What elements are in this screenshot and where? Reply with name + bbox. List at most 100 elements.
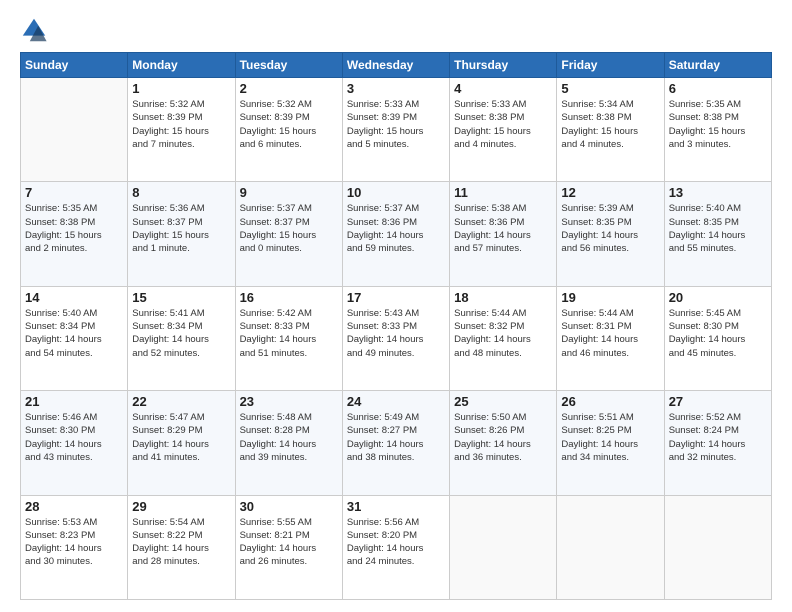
day-info: Sunrise: 5:40 AM Sunset: 8:34 PM Dayligh… [25, 307, 123, 360]
day-number: 3 [347, 81, 445, 96]
day-info: Sunrise: 5:56 AM Sunset: 8:20 PM Dayligh… [347, 516, 445, 569]
day-info: Sunrise: 5:32 AM Sunset: 8:39 PM Dayligh… [240, 98, 338, 151]
day-number: 27 [669, 394, 767, 409]
day-number: 17 [347, 290, 445, 305]
day-info: Sunrise: 5:32 AM Sunset: 8:39 PM Dayligh… [132, 98, 230, 151]
day-number: 24 [347, 394, 445, 409]
logo-icon [20, 16, 48, 44]
calendar-day-cell: 1 Sunrise: 5:32 AM Sunset: 8:39 PM Daylig… [128, 78, 235, 182]
day-number: 15 [132, 290, 230, 305]
day-info: Sunrise: 5:35 AM Sunset: 8:38 PM Dayligh… [669, 98, 767, 151]
calendar-header-row: SundayMondayTuesdayWednesdayThursdayFrid… [21, 53, 772, 78]
day-number: 7 [25, 185, 123, 200]
day-info: Sunrise: 5:37 AM Sunset: 8:36 PM Dayligh… [347, 202, 445, 255]
calendar-table: SundayMondayTuesdayWednesdayThursdayFrid… [20, 52, 772, 600]
calendar-day-cell: 27 Sunrise: 5:52 AM Sunset: 8:24 PM Dayli… [664, 391, 771, 495]
calendar-header-cell: Wednesday [342, 53, 449, 78]
day-info: Sunrise: 5:43 AM Sunset: 8:33 PM Dayligh… [347, 307, 445, 360]
calendar-day-cell: 22 Sunrise: 5:47 AM Sunset: 8:29 PM Dayli… [128, 391, 235, 495]
calendar-day-cell: 4 Sunrise: 5:33 AM Sunset: 8:38 PM Daylig… [450, 78, 557, 182]
day-number: 29 [132, 499, 230, 514]
calendar-day-cell: 15Sunrise: 5:41 AM Sunset: 8:34 PM Dayli… [128, 286, 235, 390]
calendar-day-cell: 3 Sunrise: 5:33 AM Sunset: 8:39 PM Daylig… [342, 78, 449, 182]
day-info: Sunrise: 5:49 AM Sunset: 8:27 PM Dayligh… [347, 411, 445, 464]
day-info: Sunrise: 5:48 AM Sunset: 8:28 PM Dayligh… [240, 411, 338, 464]
day-number: 18 [454, 290, 552, 305]
calendar-week-row: 7 Sunrise: 5:35 AM Sunset: 8:38 PM Daylig… [21, 182, 772, 286]
day-number: 22 [132, 394, 230, 409]
day-info: Sunrise: 5:53 AM Sunset: 8:23 PM Dayligh… [25, 516, 123, 569]
day-number: 9 [240, 185, 338, 200]
calendar-day-cell: 10 Sunrise: 5:37 AM Sunset: 8:36 PM Dayli… [342, 182, 449, 286]
day-info: Sunrise: 5:46 AM Sunset: 8:30 PM Dayligh… [25, 411, 123, 464]
calendar-day-cell: 18 Sunrise: 5:44 AM Sunset: 8:32 PM Dayli… [450, 286, 557, 390]
calendar-day-cell: 31 Sunrise: 5:56 AM Sunset: 8:20 PM Dayli… [342, 495, 449, 599]
day-number: 6 [669, 81, 767, 96]
day-info: Sunrise: 5:33 AM Sunset: 8:38 PM Dayligh… [454, 98, 552, 151]
calendar-day-cell: 30 Sunrise: 5:55 AM Sunset: 8:21 PM Dayli… [235, 495, 342, 599]
day-number: 23 [240, 394, 338, 409]
day-number: 20 [669, 290, 767, 305]
calendar-header-cell: Saturday [664, 53, 771, 78]
day-info: Sunrise: 5:51 AM Sunset: 8:25 PM Dayligh… [561, 411, 659, 464]
calendar-day-cell: 29 Sunrise: 5:54 AM Sunset: 8:22 PM Dayli… [128, 495, 235, 599]
day-info: Sunrise: 5:35 AM Sunset: 8:38 PM Dayligh… [25, 202, 123, 255]
day-number: 13 [669, 185, 767, 200]
calendar-day-cell: 21 Sunrise: 5:46 AM Sunset: 8:30 PM Dayli… [21, 391, 128, 495]
day-number: 26 [561, 394, 659, 409]
calendar-day-cell: 26 Sunrise: 5:51 AM Sunset: 8:25 PM Dayli… [557, 391, 664, 495]
calendar-day-cell: 28 Sunrise: 5:53 AM Sunset: 8:23 PM Dayli… [21, 495, 128, 599]
day-info: Sunrise: 5:34 AM Sunset: 8:38 PM Dayligh… [561, 98, 659, 151]
day-number: 10 [347, 185, 445, 200]
day-number: 21 [25, 394, 123, 409]
day-info: Sunrise: 5:52 AM Sunset: 8:24 PM Dayligh… [669, 411, 767, 464]
calendar-day-cell: 13 Sunrise: 5:40 AM Sunset: 8:35 PM Dayli… [664, 182, 771, 286]
day-info: Sunrise: 5:39 AM Sunset: 8:35 PM Dayligh… [561, 202, 659, 255]
day-number: 31 [347, 499, 445, 514]
calendar-day-cell: 25 Sunrise: 5:50 AM Sunset: 8:26 PM Dayli… [450, 391, 557, 495]
day-number: 11 [454, 185, 552, 200]
calendar-day-cell: 20 Sunrise: 5:45 AM Sunset: 8:30 PM Dayli… [664, 286, 771, 390]
day-number: 28 [25, 499, 123, 514]
calendar-header-cell: Tuesday [235, 53, 342, 78]
day-info: Sunrise: 5:33 AM Sunset: 8:39 PM Dayligh… [347, 98, 445, 151]
logo [20, 16, 52, 44]
day-number: 4 [454, 81, 552, 96]
day-info: Sunrise: 5:55 AM Sunset: 8:21 PM Dayligh… [240, 516, 338, 569]
calendar-week-row: 14 Sunrise: 5:40 AM Sunset: 8:34 PM Dayli… [21, 286, 772, 390]
day-number: 19 [561, 290, 659, 305]
day-number: 25 [454, 394, 552, 409]
day-info: Sunrise: 5:37 AM Sunset: 8:37 PM Dayligh… [240, 202, 338, 255]
calendar-day-cell: 14 Sunrise: 5:40 AM Sunset: 8:34 PM Dayli… [21, 286, 128, 390]
calendar-day-cell [557, 495, 664, 599]
calendar-day-cell: 11Sunrise: 5:38 AM Sunset: 8:36 PM Dayli… [450, 182, 557, 286]
day-number: 30 [240, 499, 338, 514]
calendar-day-cell: 17 Sunrise: 5:43 AM Sunset: 8:33 PM Dayli… [342, 286, 449, 390]
day-info: Sunrise: 5:44 AM Sunset: 8:32 PM Dayligh… [454, 307, 552, 360]
day-number: 8 [132, 185, 230, 200]
day-info: Sunrise: 5:54 AM Sunset: 8:22 PM Dayligh… [132, 516, 230, 569]
calendar-day-cell [21, 78, 128, 182]
calendar-week-row: 21 Sunrise: 5:46 AM Sunset: 8:30 PM Dayli… [21, 391, 772, 495]
calendar-header-cell: Thursday [450, 53, 557, 78]
day-number: 14 [25, 290, 123, 305]
calendar-header-cell: Friday [557, 53, 664, 78]
calendar-week-row: 1 Sunrise: 5:32 AM Sunset: 8:39 PM Daylig… [21, 78, 772, 182]
calendar-header-cell: Monday [128, 53, 235, 78]
calendar-day-cell: 12 Sunrise: 5:39 AM Sunset: 8:35 PM Dayli… [557, 182, 664, 286]
day-info: Sunrise: 5:40 AM Sunset: 8:35 PM Dayligh… [669, 202, 767, 255]
calendar-day-cell: 5 Sunrise: 5:34 AM Sunset: 8:38 PM Daylig… [557, 78, 664, 182]
page: SundayMondayTuesdayWednesdayThursdayFrid… [0, 0, 792, 612]
day-number: 1 [132, 81, 230, 96]
header [20, 16, 772, 44]
day-info: Sunrise: 5:47 AM Sunset: 8:29 PM Dayligh… [132, 411, 230, 464]
calendar-day-cell: 24 Sunrise: 5:49 AM Sunset: 8:27 PM Dayli… [342, 391, 449, 495]
day-info: Sunrise: 5:44 AM Sunset: 8:31 PM Dayligh… [561, 307, 659, 360]
calendar-day-cell: 19 Sunrise: 5:44 AM Sunset: 8:31 PM Dayli… [557, 286, 664, 390]
day-info: Sunrise: 5:50 AM Sunset: 8:26 PM Dayligh… [454, 411, 552, 464]
day-number: 5 [561, 81, 659, 96]
day-number: 16 [240, 290, 338, 305]
day-info: Sunrise: 5:45 AM Sunset: 8:30 PM Dayligh… [669, 307, 767, 360]
day-number: 12 [561, 185, 659, 200]
calendar-week-row: 28 Sunrise: 5:53 AM Sunset: 8:23 PM Dayli… [21, 495, 772, 599]
